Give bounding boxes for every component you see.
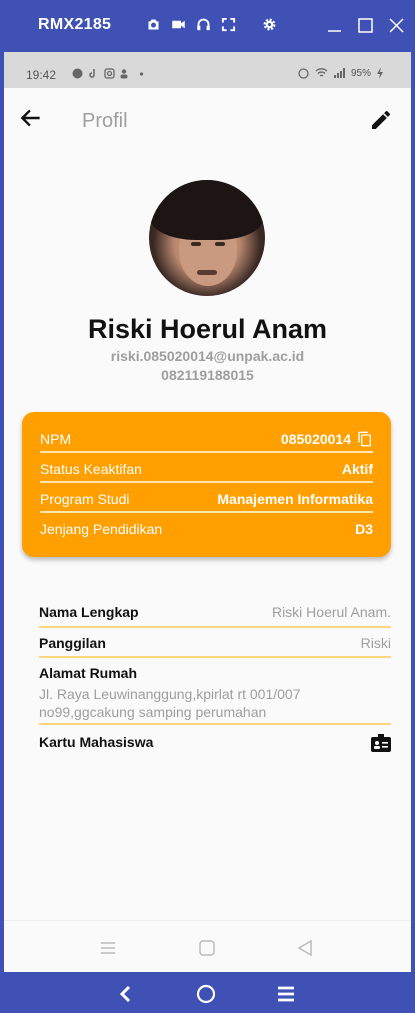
menu-icon[interactable]: [99, 939, 117, 957]
headphones-icon[interactable]: [196, 17, 211, 32]
phone-screen: 19:42 95% Profil Riski Hoerul Anam riski…: [4, 52, 411, 972]
emulator-toolbar: [146, 17, 277, 32]
edit-pencil-icon[interactable]: [369, 108, 393, 132]
card-row-program: Program Studi Manajemen Informatika: [40, 483, 373, 513]
id-card-icon[interactable]: [371, 734, 391, 752]
avatar-eye: [191, 242, 201, 246]
card-row-npm: NPM 085020014: [40, 423, 373, 453]
minimize-icon[interactable]: [326, 17, 343, 34]
status-label: Status Keaktifan: [40, 461, 142, 477]
home-icon[interactable]: [198, 939, 216, 957]
program-label: Program Studi: [40, 491, 130, 507]
pinterest-icon: [72, 68, 83, 79]
status-time: 19:42: [26, 68, 57, 82]
avatar-hair: [149, 180, 265, 240]
alarm-icon: [297, 67, 310, 79]
detail-student-card[interactable]: Kartu Mahasiswa: [39, 725, 391, 759]
full-name-value: Riski Hoerul Anam.: [271, 604, 391, 620]
full-name-label: Nama Lengkap: [39, 604, 139, 620]
avatar-mouth: [197, 270, 217, 275]
instagram-icon: [104, 68, 115, 79]
emulator-home-icon[interactable]: [196, 984, 216, 1004]
npm-value: 085020014: [280, 431, 351, 447]
charging-icon: [376, 67, 389, 79]
level-value: D3: [355, 521, 373, 537]
profile-name: Riski Hoerul Anam: [87, 314, 328, 344]
profile-phone: 082119188015: [161, 367, 254, 383]
video-icon[interactable]: [171, 17, 186, 32]
status-value: Aktif: [341, 461, 373, 477]
avatar-eye: [215, 242, 225, 246]
back-arrow-icon[interactable]: [18, 105, 44, 131]
fullscreen-icon[interactable]: [221, 17, 236, 32]
app-bar: Profil: [4, 88, 411, 152]
nickname-label: Panggilan: [39, 635, 106, 651]
emulator-menu-icon[interactable]: [276, 984, 296, 1004]
detail-full-name: Nama Lengkap Riski Hoerul Anam.: [39, 597, 391, 628]
notification-icons: [72, 68, 147, 79]
signal-icon: [333, 67, 346, 79]
emulator-title: RMX2185: [38, 16, 112, 33]
wifi-icon: [315, 67, 328, 79]
copy-icon[interactable]: [357, 431, 373, 447]
avatar: [149, 180, 265, 296]
profile-email: riski.085020014@unpak.ac.id: [110, 348, 305, 364]
student-card-label: Kartu Mahasiswa: [39, 734, 154, 750]
maximize-icon[interactable]: [357, 17, 374, 34]
system-status-icons: 95%: [297, 67, 389, 79]
emulator-back-icon[interactable]: [116, 984, 136, 1004]
close-icon[interactable]: [388, 17, 405, 34]
battery-level: 95%: [350, 67, 371, 79]
system-nav-bar: [4, 920, 411, 972]
npm-label: NPM: [40, 431, 72, 447]
emulator-title-bar: RMX2185: [0, 0, 415, 52]
student-info-card: NPM 085020014 Status Keaktifan Aktif Pro…: [22, 412, 391, 557]
dot-icon: [136, 68, 147, 79]
emulator-nav-bar: [0, 972, 415, 1013]
address-value: Jl. Raya Leuwinanggung,kpirlat rt 001/00…: [39, 686, 301, 720]
back-icon[interactable]: [296, 939, 314, 957]
card-row-status: Status Keaktifan Aktif: [40, 453, 373, 483]
program-value: Manajemen Informatika: [217, 491, 373, 507]
contacts-icon: [120, 68, 131, 79]
nickname-value: Riski: [360, 635, 391, 651]
tiktok-icon: [88, 68, 99, 79]
card-row-level: Jenjang Pendidikan D3: [40, 513, 373, 543]
settings-icon[interactable]: [262, 17, 277, 32]
level-label: Jenjang Pendidikan: [40, 521, 163, 537]
address-label: Alamat Rumah: [39, 665, 138, 681]
camera-icon[interactable]: [146, 17, 161, 32]
window-controls: [326, 17, 405, 34]
page-title: Profil: [82, 110, 128, 132]
detail-nickname: Panggilan Riski: [39, 628, 391, 658]
detail-address: Alamat Rumah Jl. Raya Leuwinanggung,kpir…: [39, 658, 391, 725]
status-bar: 19:42 95%: [4, 52, 411, 88]
